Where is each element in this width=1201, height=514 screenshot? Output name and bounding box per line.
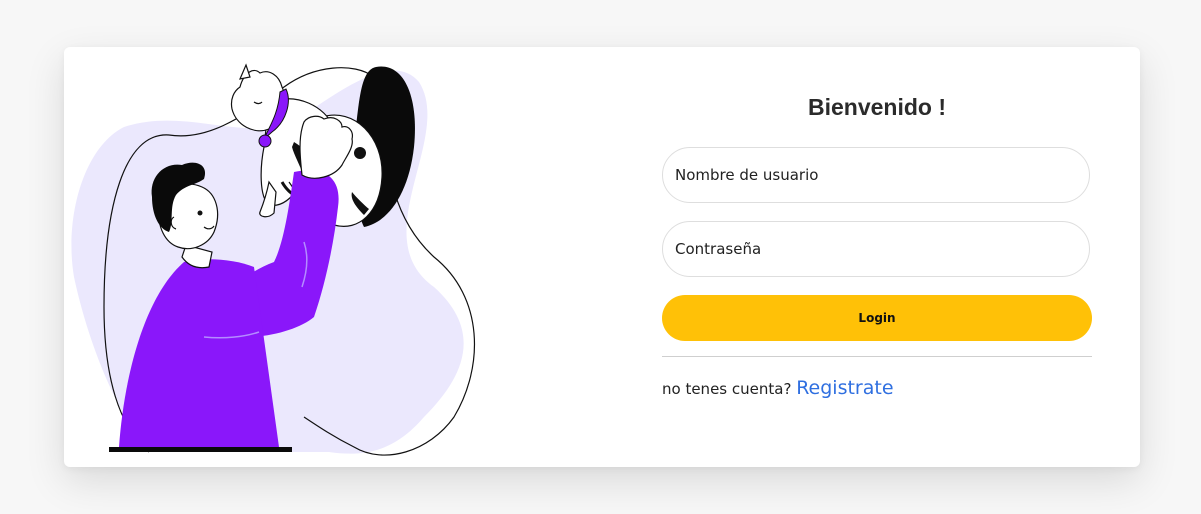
cat-ear (238, 63, 251, 80)
password-input[interactable] (662, 221, 1090, 277)
collar-tag (258, 134, 272, 148)
register-link[interactable]: Registrate (796, 377, 893, 399)
login-button[interactable]: Login (662, 295, 1092, 341)
ground-line (109, 447, 292, 452)
register-prompt: no tenes cuenta? (662, 380, 797, 398)
page-title: Bienvenido ! (807, 94, 946, 120)
dog-eye (354, 147, 366, 159)
login-card: Bienvenido ! Login no tenes cuenta? Regi… (64, 47, 1140, 467)
person-eye (197, 210, 203, 216)
person-with-cat-illustration (71, 63, 476, 456)
login-form: Bienvenido ! Login no tenes cuenta? Regi… (662, 47, 1092, 467)
divider (662, 356, 1092, 357)
register-row: no tenes cuenta? Registrate (662, 377, 1092, 399)
username-input[interactable] (662, 147, 1090, 203)
